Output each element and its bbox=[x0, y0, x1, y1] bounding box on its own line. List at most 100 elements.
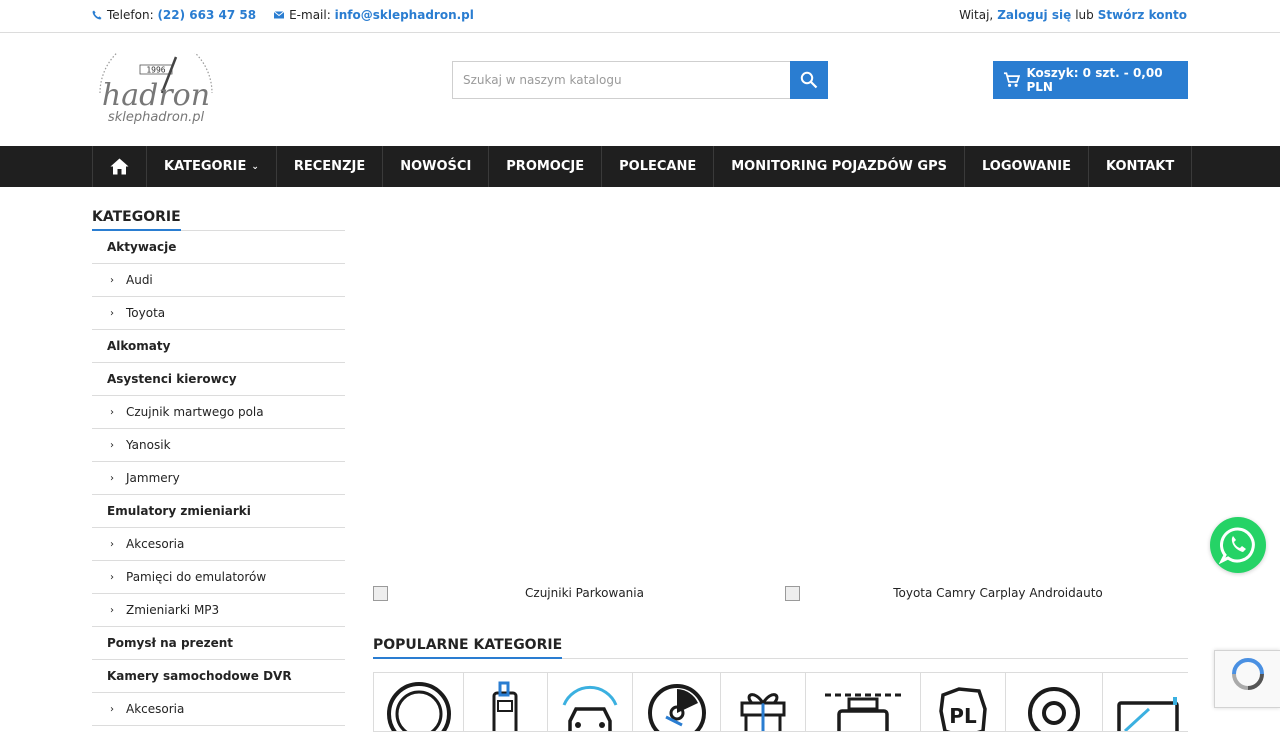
tile-driver-assist[interactable] bbox=[547, 672, 632, 732]
sidebar-category[interactable]: Alkomaty bbox=[92, 330, 345, 363]
top-bar: Telefon: (22) 663 47 58 E-mail: info@skl… bbox=[0, 0, 1280, 33]
chevron-right-icon: › bbox=[110, 274, 114, 286]
sidebar-subcategory[interactable]: › Pamięci do emulatorów bbox=[92, 561, 345, 594]
dashcam-icon bbox=[825, 693, 901, 731]
sidebar-category[interactable]: Pomysł na prezent bbox=[92, 627, 345, 660]
hadron-logo[interactable]: 1996 hadron sklephadron.pl bbox=[92, 53, 220, 125]
sidebar-subcategory[interactable]: › Akcesoria bbox=[92, 693, 345, 726]
category-label: Yanosik bbox=[126, 438, 171, 452]
chevron-right-icon: › bbox=[110, 538, 114, 550]
category-label: Audi bbox=[126, 273, 153, 287]
chevron-right-icon: › bbox=[110, 307, 114, 319]
search-bar bbox=[452, 61, 828, 99]
nav-nowosci[interactable]: NOWOŚCI bbox=[383, 146, 490, 187]
banner-left-alt: Czujniki Parkowania bbox=[525, 586, 644, 600]
popular-title: POPULARNE KATEGORIE bbox=[373, 637, 563, 659]
email-link[interactable]: info@sklephadron.pl bbox=[335, 8, 474, 22]
chevron-right-icon: › bbox=[110, 703, 114, 715]
logo-domain: sklephadron.pl bbox=[108, 110, 205, 125]
nav-promocje[interactable]: PROMOCJE bbox=[489, 146, 603, 187]
category-tiles: PL bbox=[373, 672, 1188, 732]
whatsapp-chat-button[interactable] bbox=[1210, 517, 1266, 573]
sidebar-subcategory[interactable]: › Yanosik bbox=[92, 429, 345, 462]
chevron-right-icon: › bbox=[110, 406, 114, 418]
sidebar-subcategory[interactable]: › Jammery bbox=[92, 462, 345, 495]
nav-recenzje[interactable]: RECENZJE bbox=[277, 146, 384, 187]
email-label: E-mail: bbox=[289, 8, 331, 22]
cart-button[interactable]: Koszyk: 0 szt. - 0,00 PLN bbox=[993, 61, 1188, 99]
category-label: Pomysł na prezent bbox=[107, 636, 234, 650]
tile-activation[interactable] bbox=[373, 672, 463, 732]
sidebar-subcategory[interactable]: › Toyota bbox=[92, 297, 345, 330]
or-text: lub bbox=[1075, 8, 1094, 22]
nav-monitoring[interactable]: MONITORING POJAZDÓW GPS bbox=[714, 146, 965, 187]
chevron-right-icon: › bbox=[110, 472, 114, 484]
tile-monitor[interactable] bbox=[1102, 672, 1188, 732]
banner-toyota-camry[interactable]: Toyota Camry Carplay Androidauto bbox=[785, 586, 1188, 601]
nav-polecane[interactable]: POLECANE bbox=[602, 146, 715, 187]
search-button[interactable] bbox=[790, 61, 828, 99]
category-label: Zmieniarki MP3 bbox=[126, 603, 220, 617]
logo-brand: hadron bbox=[102, 78, 210, 113]
tile-cd-changer[interactable] bbox=[632, 672, 720, 732]
nav-kategorie[interactable]: KATEGORIE ⌄ bbox=[147, 146, 277, 187]
chevron-down-icon: ⌄ bbox=[251, 161, 259, 172]
home-icon bbox=[110, 158, 129, 175]
popular-categories: POPULARNE KATEGORIE PL bbox=[373, 634, 1188, 732]
category-label: Asystenci kierowcy bbox=[107, 372, 237, 386]
nav-home[interactable] bbox=[93, 146, 147, 187]
tile-pl-text: PL bbox=[949, 704, 977, 728]
sidebar-category[interactable]: Kamery samochodowe DVR bbox=[92, 660, 345, 693]
chevron-right-icon: › bbox=[110, 439, 114, 451]
category-label: Akcesoria bbox=[126, 702, 185, 716]
category-label: Aktywacje bbox=[107, 240, 177, 254]
category-label: Pamięci do emulatorów bbox=[126, 570, 267, 584]
phone-icon bbox=[92, 10, 102, 20]
main-nav: KATEGORIE ⌄ RECENZJE NOWOŚCI PROMOCJE POL… bbox=[0, 146, 1280, 187]
account-links: Witaj, Zaloguj się lub Stwórz konto bbox=[959, 8, 1187, 22]
category-label: Toyota bbox=[126, 306, 166, 320]
shopping-cart-icon bbox=[1003, 72, 1021, 87]
chevron-right-icon: › bbox=[110, 604, 114, 616]
category-sidebar: KATEGORIE Aktywacje › Audi › Toyota Alkomaty A… bbox=[92, 206, 345, 726]
tile-poland-map[interactable]: PL bbox=[920, 672, 1005, 732]
sidebar-subcategory[interactable]: › Akcesoria bbox=[92, 528, 345, 561]
chevron-right-icon: › bbox=[110, 571, 114, 583]
nav-logowanie[interactable]: LOGOWANIE bbox=[965, 146, 1089, 187]
phone-label: Telefon: bbox=[107, 8, 154, 22]
sidebar-subcategory[interactable]: › Czujnik martwego pola bbox=[92, 396, 345, 429]
category-label: Jammery bbox=[126, 471, 180, 485]
category-label: Emulatory zmieniarki bbox=[107, 504, 251, 518]
category-label: Czujnik martwego pola bbox=[126, 405, 264, 419]
category-list: Aktywacje › Audi › Toyota Alkomaty Asystenci k… bbox=[92, 231, 345, 726]
sidebar-subcategory[interactable]: › Zmieniarki MP3 bbox=[92, 594, 345, 627]
monitor-icon bbox=[1116, 697, 1179, 731]
category-label: Kamery samochodowe DVR bbox=[107, 669, 292, 683]
recaptcha-icon bbox=[1231, 658, 1264, 690]
poland-map-icon: PL bbox=[939, 687, 987, 731]
broken-image-icon bbox=[373, 586, 388, 601]
banner-czujniki[interactable]: Czujniki Parkowania bbox=[373, 586, 773, 601]
login-link[interactable]: Zaloguj się bbox=[997, 8, 1071, 22]
speaker-icon bbox=[1028, 687, 1080, 731]
sidebar-category[interactable]: Asystenci kierowcy bbox=[92, 363, 345, 396]
sidebar-category[interactable]: Emulatory zmieniarki bbox=[92, 495, 345, 528]
whatsapp-icon bbox=[1219, 527, 1255, 564]
search-icon bbox=[800, 71, 818, 89]
tile-speaker[interactable] bbox=[1005, 672, 1102, 732]
recaptcha-badge[interactable] bbox=[1214, 650, 1280, 708]
sidebar-subcategory[interactable]: › Audi bbox=[92, 264, 345, 297]
gift-icon bbox=[740, 693, 786, 731]
nav-kontakt[interactable]: KONTAKT bbox=[1089, 146, 1193, 187]
register-link[interactable]: Stwórz konto bbox=[1098, 8, 1187, 22]
tile-dash-camera[interactable] bbox=[805, 672, 920, 732]
welcome-text: Witaj, bbox=[959, 8, 994, 22]
header: 1996 hadron sklephadron.pl Koszyk: 0 szt… bbox=[0, 33, 1280, 146]
banner-row: Czujniki Parkowania Toyota Camry Carplay… bbox=[373, 586, 1188, 606]
power-on-icon bbox=[386, 682, 451, 731]
tile-gift[interactable] bbox=[720, 672, 805, 732]
search-input[interactable] bbox=[452, 61, 790, 99]
tile-alcohol-tester[interactable] bbox=[463, 672, 547, 732]
sidebar-category[interactable]: Aktywacje bbox=[92, 231, 345, 264]
phone-link[interactable]: (22) 663 47 58 bbox=[157, 8, 256, 22]
